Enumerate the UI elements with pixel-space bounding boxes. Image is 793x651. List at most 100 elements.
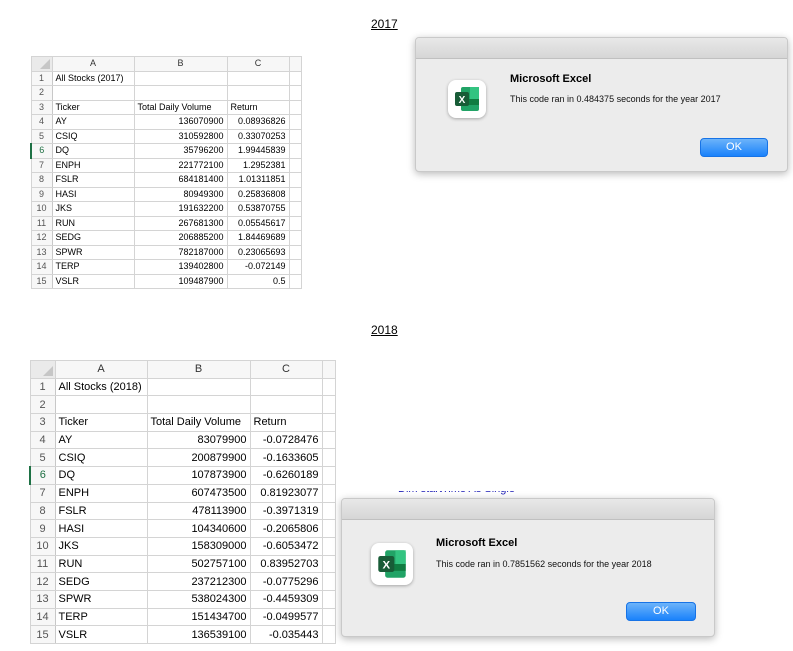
cell-c[interactable]: Return bbox=[226, 99, 290, 115]
row-number[interactable]: 10 bbox=[29, 536, 56, 556]
cell-c[interactable]: 0.81923077 bbox=[249, 483, 323, 503]
cell-d[interactable] bbox=[288, 157, 302, 173]
row-number[interactable]: 15 bbox=[29, 625, 56, 644]
cell-a[interactable]: All Stocks (2017) bbox=[51, 70, 135, 86]
cell-c[interactable]: -0.6260189 bbox=[249, 466, 323, 485]
dialog-titlebar[interactable] bbox=[342, 499, 714, 520]
ok-button[interactable]: OK bbox=[700, 138, 768, 157]
cell-a[interactable]: ENPH bbox=[51, 157, 135, 173]
row-number[interactable]: 5 bbox=[29, 448, 56, 468]
cell-b[interactable]: 80949300 bbox=[133, 186, 228, 202]
select-all-corner[interactable] bbox=[30, 56, 53, 72]
cell-c[interactable]: -0.0728476 bbox=[249, 430, 323, 450]
cell-c[interactable] bbox=[249, 377, 323, 397]
cell-b[interactable]: 478113900 bbox=[146, 501, 251, 521]
cell-a[interactable] bbox=[51, 85, 135, 101]
row-number[interactable]: 2 bbox=[29, 395, 56, 415]
row-number[interactable]: 7 bbox=[29, 483, 56, 503]
cell-d[interactable] bbox=[288, 201, 302, 217]
cell-b[interactable] bbox=[146, 377, 251, 397]
cell-a[interactable]: SPWR bbox=[54, 589, 148, 609]
cell-d[interactable] bbox=[288, 143, 302, 159]
cell-a[interactable]: CSIQ bbox=[51, 128, 135, 144]
cell-a[interactable]: CSIQ bbox=[54, 448, 148, 468]
row-number[interactable]: 12 bbox=[30, 230, 53, 246]
cell-b[interactable]: 200879900 bbox=[146, 448, 251, 468]
cell-d[interactable] bbox=[288, 186, 302, 202]
cell-c[interactable]: -0.3971319 bbox=[249, 501, 323, 521]
cell-c[interactable]: 0.08936826 bbox=[226, 114, 290, 130]
cell-d[interactable] bbox=[321, 377, 336, 397]
row-number[interactable]: 2 bbox=[30, 85, 53, 101]
row-number[interactable]: 6 bbox=[30, 143, 53, 159]
cell-b[interactable]: 136539100 bbox=[146, 625, 251, 644]
select-all-corner[interactable] bbox=[29, 360, 56, 379]
cell-c[interactable]: -0.035443 bbox=[249, 625, 323, 644]
column-header-a[interactable]: A bbox=[54, 360, 148, 379]
cell-d[interactable] bbox=[321, 536, 336, 556]
row-number[interactable]: 1 bbox=[30, 70, 53, 86]
cell-a[interactable]: Ticker bbox=[54, 413, 148, 432]
cell-c[interactable]: Return bbox=[249, 413, 323, 432]
row-number[interactable]: 3 bbox=[29, 413, 56, 432]
cell-b[interactable]: 782187000 bbox=[133, 244, 228, 260]
row-number[interactable]: 5 bbox=[30, 128, 53, 144]
cell-d[interactable] bbox=[288, 99, 302, 115]
cell-d[interactable] bbox=[288, 259, 302, 275]
row-number[interactable]: 8 bbox=[29, 501, 56, 521]
cell-b[interactable]: Total Daily Volume bbox=[146, 413, 251, 432]
cell-d[interactable] bbox=[288, 244, 302, 260]
cell-d[interactable] bbox=[321, 572, 336, 591]
row-number[interactable]: 14 bbox=[30, 259, 53, 275]
column-header-d[interactable] bbox=[288, 56, 302, 72]
row-number[interactable]: 3 bbox=[30, 99, 53, 115]
cell-a[interactable]: VSLR bbox=[51, 273, 135, 289]
cell-c[interactable] bbox=[226, 70, 290, 86]
cell-a[interactable]: SPWR bbox=[51, 244, 135, 260]
cell-c[interactable]: 1.01311851 bbox=[226, 172, 290, 188]
cell-b[interactable]: 502757100 bbox=[146, 554, 251, 574]
cell-b[interactable] bbox=[133, 85, 228, 101]
cell-b[interactable]: 109487900 bbox=[133, 273, 228, 289]
column-header-b[interactable]: B bbox=[133, 56, 228, 72]
cell-a[interactable]: AY bbox=[51, 114, 135, 130]
cell-a[interactable]: TERP bbox=[51, 259, 135, 275]
cell-b[interactable]: 684181400 bbox=[133, 172, 228, 188]
cell-a[interactable]: JKS bbox=[54, 536, 148, 556]
cell-b[interactable]: 104340600 bbox=[146, 519, 251, 538]
cell-c[interactable]: -0.6053472 bbox=[249, 536, 323, 556]
cell-b[interactable] bbox=[133, 70, 228, 86]
cell-d[interactable] bbox=[321, 430, 336, 450]
cell-b[interactable]: 267681300 bbox=[133, 215, 228, 231]
cell-d[interactable] bbox=[288, 70, 302, 86]
row-number[interactable]: 14 bbox=[29, 607, 56, 627]
cell-d[interactable] bbox=[321, 395, 336, 415]
cell-b[interactable]: 191632200 bbox=[133, 201, 228, 217]
row-number[interactable]: 7 bbox=[30, 157, 53, 173]
cell-c[interactable]: -0.4459309 bbox=[249, 589, 323, 609]
cell-d[interactable] bbox=[321, 483, 336, 503]
cell-a[interactable]: Ticker bbox=[51, 99, 135, 115]
cell-a[interactable]: RUN bbox=[51, 215, 135, 231]
row-number[interactable]: 11 bbox=[29, 554, 56, 574]
row-number[interactable]: 9 bbox=[30, 186, 53, 202]
cell-c[interactable]: 0.33070253 bbox=[226, 128, 290, 144]
row-number[interactable]: 11 bbox=[30, 215, 53, 231]
row-number[interactable]: 10 bbox=[30, 201, 53, 217]
cell-a[interactable]: HASI bbox=[54, 519, 148, 538]
cell-c[interactable]: -0.1633605 bbox=[249, 448, 323, 468]
cell-d[interactable] bbox=[321, 625, 336, 644]
cell-b[interactable]: 139402800 bbox=[133, 259, 228, 275]
row-number[interactable]: 13 bbox=[29, 589, 56, 609]
cell-d[interactable] bbox=[288, 172, 302, 188]
cell-d[interactable] bbox=[321, 519, 336, 538]
cell-d[interactable] bbox=[288, 114, 302, 130]
cell-a[interactable]: AY bbox=[54, 430, 148, 450]
row-number[interactable]: 1 bbox=[29, 377, 56, 397]
column-header-c[interactable]: C bbox=[249, 360, 323, 379]
cell-c[interactable]: 0.5 bbox=[226, 273, 290, 289]
row-number[interactable]: 9 bbox=[29, 519, 56, 538]
cell-a[interactable] bbox=[54, 395, 148, 415]
row-number[interactable]: 4 bbox=[29, 430, 56, 450]
cell-d[interactable] bbox=[321, 448, 336, 468]
